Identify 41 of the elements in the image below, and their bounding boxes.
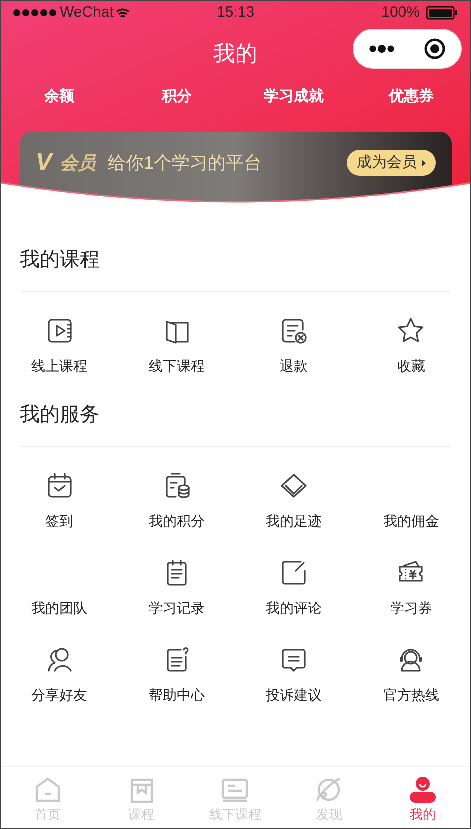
menu-item-label[interactable]: 签到 [46,511,74,532]
profile-icon [408,775,438,805]
stat-link[interactable]: 积分 [118,86,236,108]
stat-link[interactable]: 优惠券 [352,86,470,108]
signal-icon [13,9,57,17]
carrier-name: WeChat [60,2,114,23]
more-icon[interactable] [368,45,395,53]
member-label: 会员 [60,152,96,175]
menu-item-label[interactable]: 投诉建议 [266,685,322,706]
menu-item-label[interactable]: 学习券 [390,598,432,619]
close-icon[interactable] [424,38,446,60]
battery-icon [426,6,458,20]
menu-item-label[interactable]: 学习记录 [148,598,205,619]
menu-item-label[interactable]: 官方热线 [383,685,440,706]
stat-link[interactable]: 余额 [1,86,118,108]
menu-item-label[interactable]: 我的评论 [266,598,322,619]
menu-item-label[interactable]: 我的团队 [32,598,88,619]
menu-item-label[interactable]: 分享好友 [32,685,88,706]
capsule-menu[interactable] [353,29,462,69]
menu-item-label[interactable]: 帮助中心 [148,685,205,706]
refund-document-icon[interactable] [279,316,310,346]
menu-item-label[interactable]: 收藏 [397,356,426,377]
menu-item-label[interactable]: 线上课程 [32,356,88,377]
member-slogan: 给你1个学习的平台 [108,152,262,175]
section-title: 我的服务 [20,400,451,447]
menu-item-label[interactable]: 我的积分 [148,511,205,532]
page-title: 我的 [214,40,258,68]
menu-item-label[interactable]: 退款 [280,356,308,377]
vip-logo: V [36,149,52,177]
menu-item-label[interactable]: 线下课程 [148,356,205,377]
become-member-button[interactable]: 成为会员 [347,150,436,176]
clock-time: 15:13 [217,2,255,23]
tab-bar-item[interactable]: 我的 [376,767,470,828]
diamond-icon[interactable] [279,471,310,501]
wifi-icon [116,8,130,18]
battery-percent: 100% [382,2,420,23]
stat-link[interactable]: 学习成就 [236,86,353,108]
menu-item-label[interactable]: 我的佣金 [383,511,440,532]
menu-item-label[interactable]: 我的足迹 [266,511,322,532]
section-title: 我的课程 [20,245,451,292]
caret-icon [422,160,426,166]
